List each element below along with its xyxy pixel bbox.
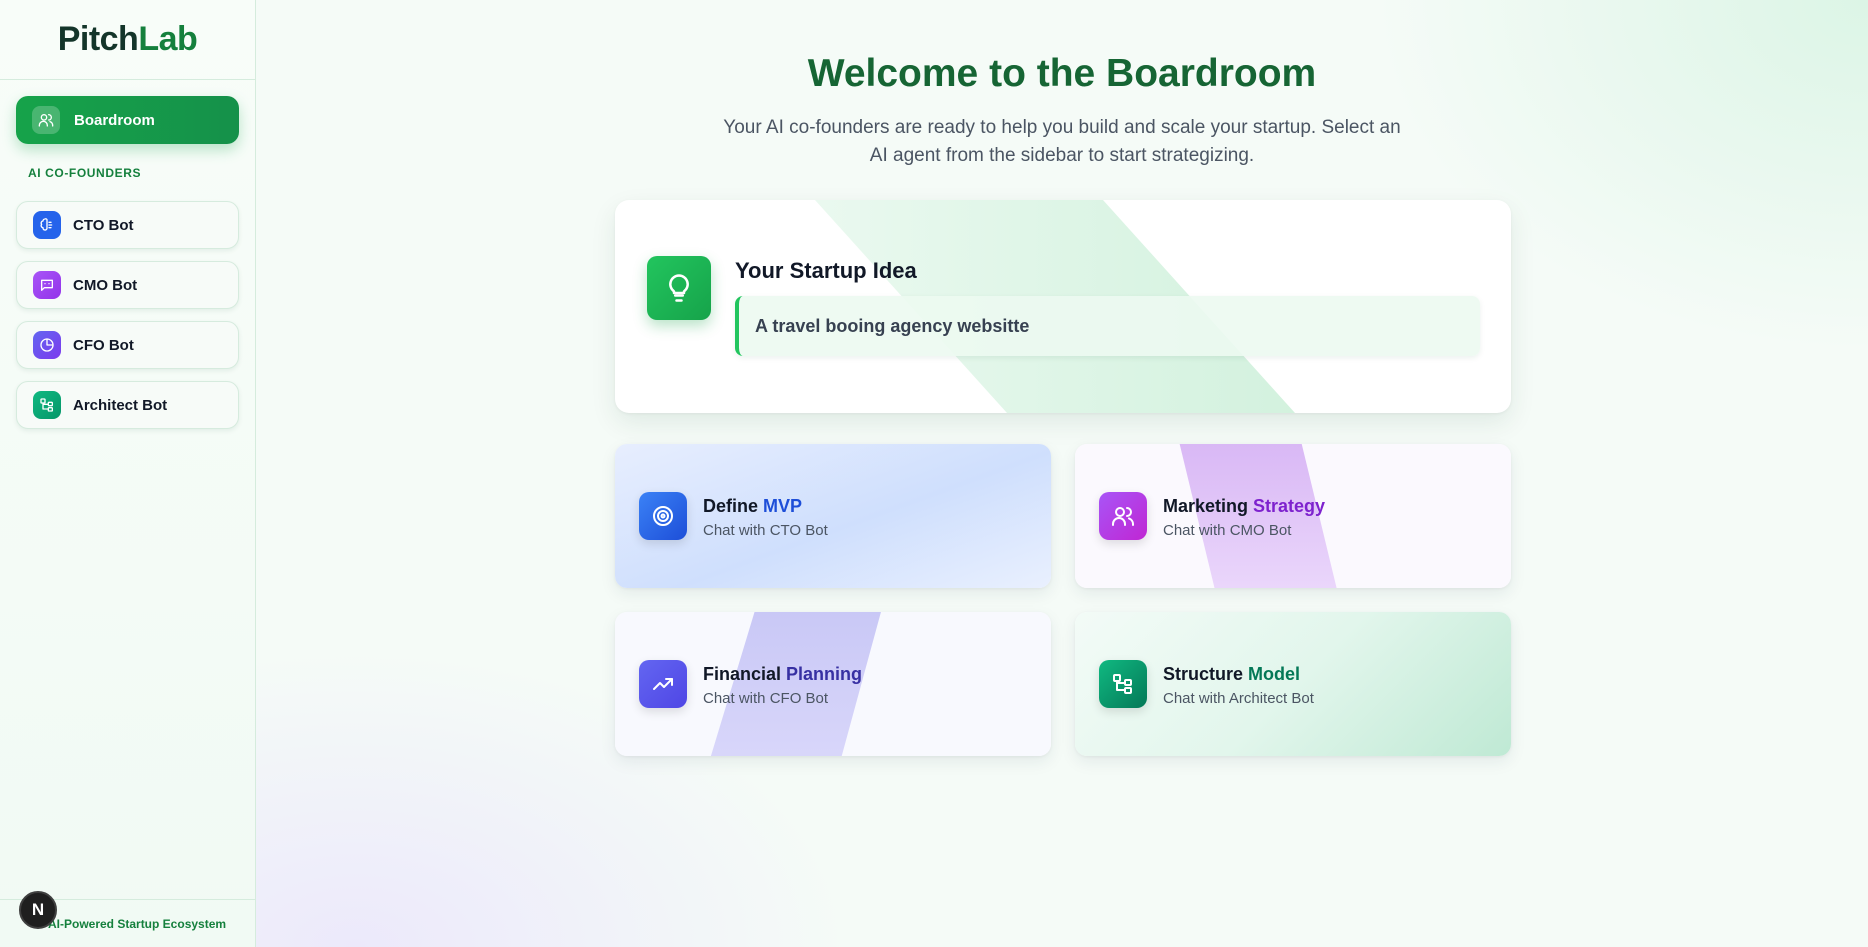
chat-bot-icon	[33, 271, 61, 299]
marketing-strategy-card[interactable]: Marketing Strategy Chat with CMO Bot	[1075, 444, 1511, 588]
startup-idea-card: Your Startup Idea A travel booing agency…	[615, 200, 1511, 413]
tree-structure-icon	[1099, 660, 1147, 708]
sidebar-item-label: CFO Bot	[73, 336, 134, 354]
sidebar-item-label: CMO Bot	[73, 276, 138, 294]
startup-idea-heading: Your Startup Idea	[735, 258, 917, 283]
sidebar-item-boardroom[interactable]: Boardroom	[16, 96, 239, 144]
card-title-text: Financial	[703, 664, 787, 684]
structure-model-card[interactable]: Structure Model Chat with Architect Bot	[1075, 612, 1511, 756]
users-icon	[1099, 492, 1147, 540]
card-title: Structure Model	[1163, 664, 1300, 685]
footer-text: AI-Powered Startup Ecosystem	[48, 916, 227, 931]
logo-text-pitch: Pitch	[57, 20, 139, 58]
main-content: Welcome to the Boardroom Your AI co-foun…	[256, 0, 1868, 947]
sidebar-item-label: Architect Bot	[73, 396, 168, 414]
sidebar-item-cto-bot[interactable]: CTO Bot	[16, 201, 239, 249]
card-title: Define MVP	[703, 496, 802, 517]
logo-text-lab: Lab	[138, 20, 198, 58]
card-subtitle: Chat with CTO Bot	[703, 522, 828, 539]
card-title-text: Structure	[1163, 664, 1249, 684]
trending-up-icon	[639, 660, 687, 708]
startup-idea-value: A travel booing agency websitte	[735, 296, 1480, 356]
badge-letter: N	[31, 900, 45, 919]
dev-tools-badge[interactable]: N	[19, 891, 57, 929]
card-title-text: Define	[703, 496, 764, 516]
section-label: AI CO-FOUNDERS	[28, 166, 142, 180]
pie-chart-icon	[33, 331, 61, 359]
card-title-text: Marketing	[1163, 496, 1254, 516]
sidebar-item-label: Boardroom	[74, 111, 155, 129]
card-title-highlight: Model	[1248, 664, 1301, 684]
users-icon	[32, 106, 60, 134]
tree-structure-icon	[33, 391, 61, 419]
sidebar-item-cmo-bot[interactable]: CMO Bot	[16, 261, 239, 309]
card-title-highlight: Planning	[786, 664, 863, 684]
card-title: Financial Planning	[703, 664, 862, 685]
sidebar-item-architect-bot[interactable]: Architect Bot	[16, 381, 239, 429]
app-logo[interactable]: PitchLab	[58, 20, 198, 59]
brain-icon	[33, 211, 61, 239]
target-icon	[639, 492, 687, 540]
card-subtitle: Chat with Architect Bot	[1163, 690, 1314, 707]
define-mvp-card[interactable]: Define MVP Chat with CTO Bot	[615, 444, 1051, 588]
logo-area: PitchLab	[0, 0, 255, 80]
lightbulb-icon	[647, 256, 711, 320]
card-title-highlight: MVP	[763, 496, 803, 516]
sidebar-item-cfo-bot[interactable]: CFO Bot	[16, 321, 239, 369]
page-subtitle: Your AI co-founders are ready to help yo…	[723, 117, 1401, 166]
card-subtitle: Chat with CMO Bot	[1163, 522, 1292, 539]
financial-planning-card[interactable]: Financial Planning Chat with CFO Bot	[615, 612, 1051, 756]
page-title: Welcome to the Boardroom	[807, 52, 1317, 95]
card-title: Marketing Strategy	[1163, 496, 1325, 517]
card-subtitle: Chat with CFO Bot	[703, 690, 829, 707]
sidebar: PitchLab Boardroom AI CO-FOUNDERS CTO Bo…	[0, 0, 256, 947]
card-title-highlight: Strategy	[1253, 496, 1326, 516]
sidebar-item-label: CTO Bot	[73, 216, 134, 234]
